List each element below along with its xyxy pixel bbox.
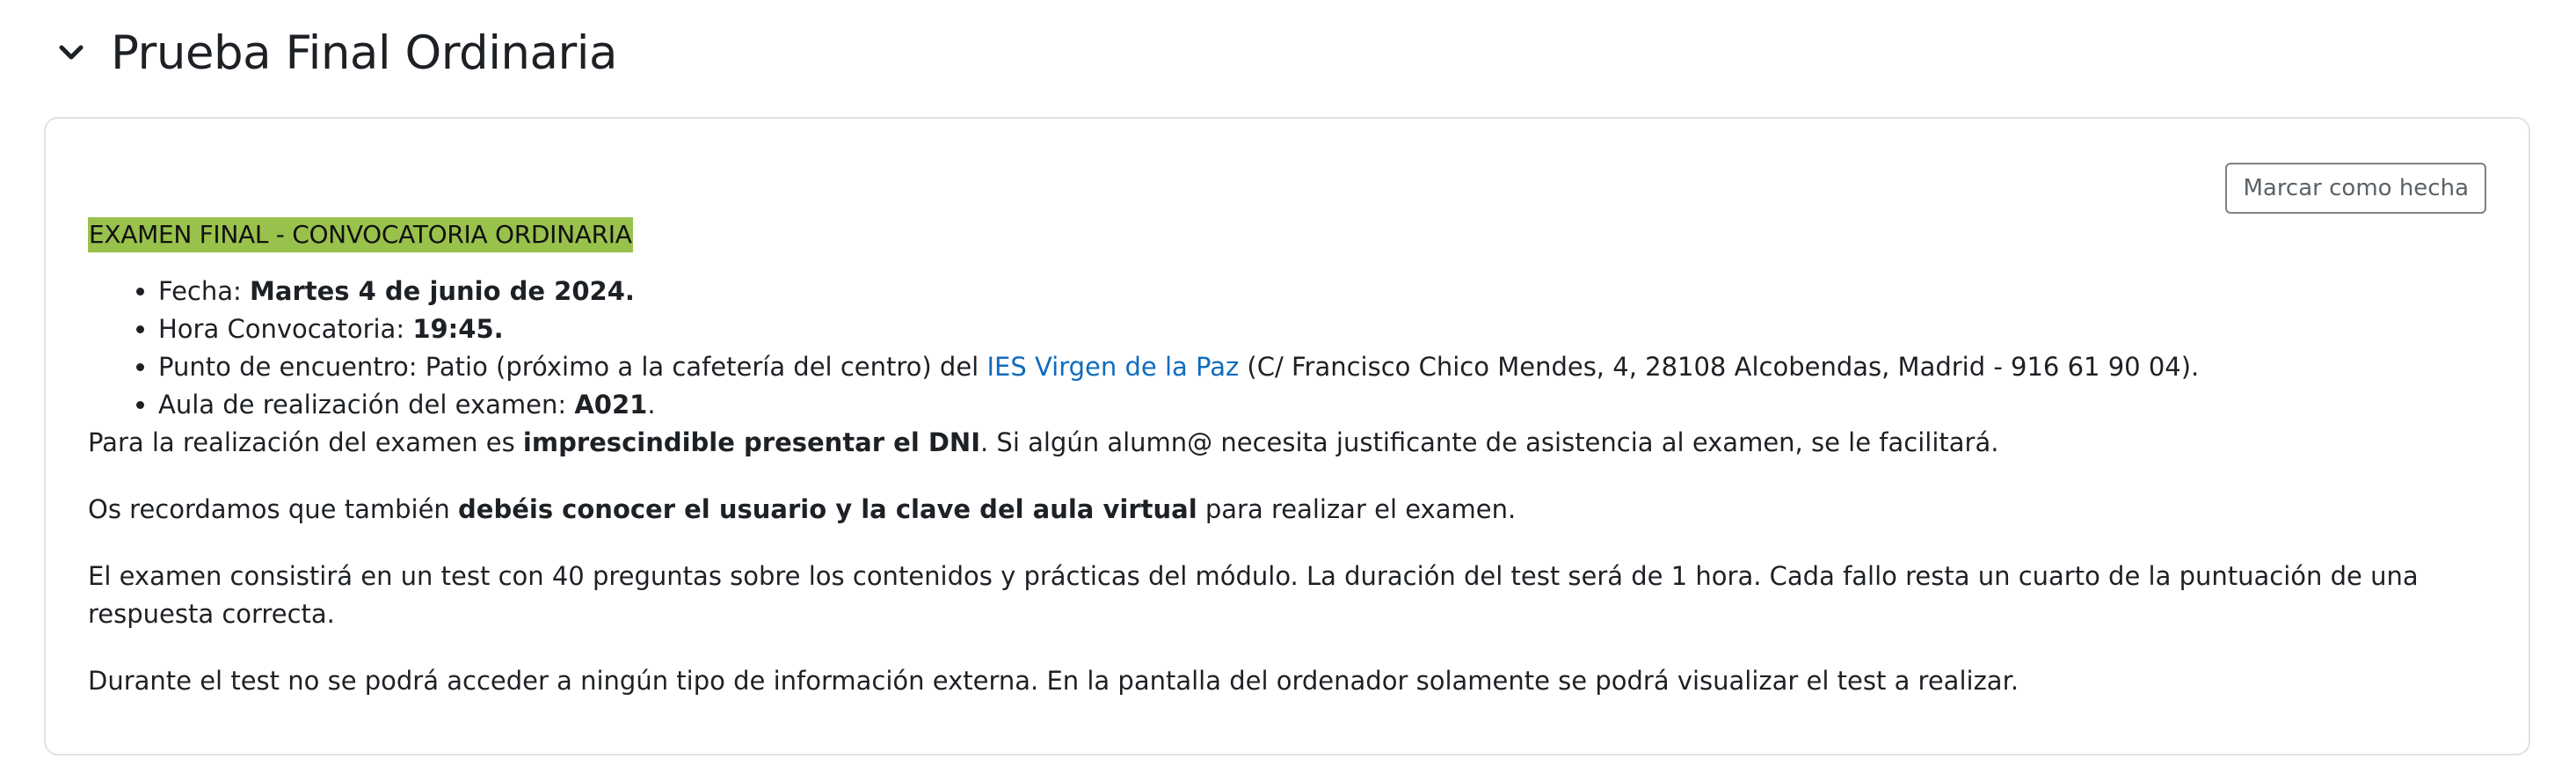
ies-virgen-de-la-paz-link[interactable]: IES Virgen de la Paz — [986, 352, 1239, 382]
punto-address: (C/ Francisco Chico Mendes, 4, 28108 Alc… — [1239, 352, 2200, 382]
aula-label: Aula de realización del examen: — [158, 390, 575, 420]
fecha-label: Fecha: — [158, 276, 251, 306]
punto-label: Punto de encuentro: Patio (próximo a la … — [158, 352, 987, 382]
p1-before: Para la realización del examen es — [88, 427, 523, 457]
fecha-value: Martes 4 de junio de 2024. — [250, 276, 635, 306]
hora-label: Hora Convocatoria: — [158, 314, 413, 344]
paragraph-restrictions: Durante el test no se podrá acceder a ni… — [88, 666, 2019, 696]
section-header[interactable]: Prueba Final Ordinaria — [55, 18, 618, 88]
aula-value: A021 — [574, 390, 648, 420]
list-item-hora: Hora Convocatoria: 19:45. — [158, 310, 2427, 348]
mark-as-done-button[interactable]: Marcar como hecha — [2225, 163, 2486, 214]
exam-heading: EXAMEN FINAL - CONVOCATORIA ORDINARIA — [88, 217, 633, 252]
exam-details-list: Fecha: Martes 4 de junio de 2024. Hora C… — [88, 273, 2427, 424]
paragraph-exam-format: El examen consistirá en un test con 40 p… — [88, 561, 2419, 629]
p2-before: Os recordamos que también — [88, 494, 459, 524]
paragraph-dni: Para la realización del examen es impres… — [88, 424, 2427, 462]
p2-bold: debéis conocer el usuario y la clave del… — [458, 494, 1197, 524]
list-item-fecha: Fecha: Martes 4 de junio de 2024. — [158, 273, 2427, 310]
hora-value: 19:45. — [412, 314, 504, 344]
activity-card: Marcar como hecha EXAMEN FINAL - CONVOCA… — [44, 117, 2530, 755]
p2-after: para realizar el examen. — [1197, 494, 1517, 524]
paragraph-credentials: Os recordamos que también debéis conocer… — [88, 491, 2427, 529]
list-item-punto: Punto de encuentro: Patio (próximo a la … — [158, 348, 2427, 386]
section-title[interactable]: Prueba Final Ordinaria — [111, 26, 618, 80]
activity-description: EXAMEN FINAL - CONVOCATORIA ORDINARIA Fe… — [88, 215, 2427, 700]
p1-after: . Si algún alumn@ necesita justificante … — [979, 427, 1999, 457]
p1-bold: imprescindible presentar el DNI — [522, 427, 980, 457]
aula-end: . — [647, 390, 656, 420]
list-item-aula: Aula de realización del examen: A021. — [158, 386, 2427, 424]
chevron-down-icon[interactable] — [55, 36, 88, 69]
